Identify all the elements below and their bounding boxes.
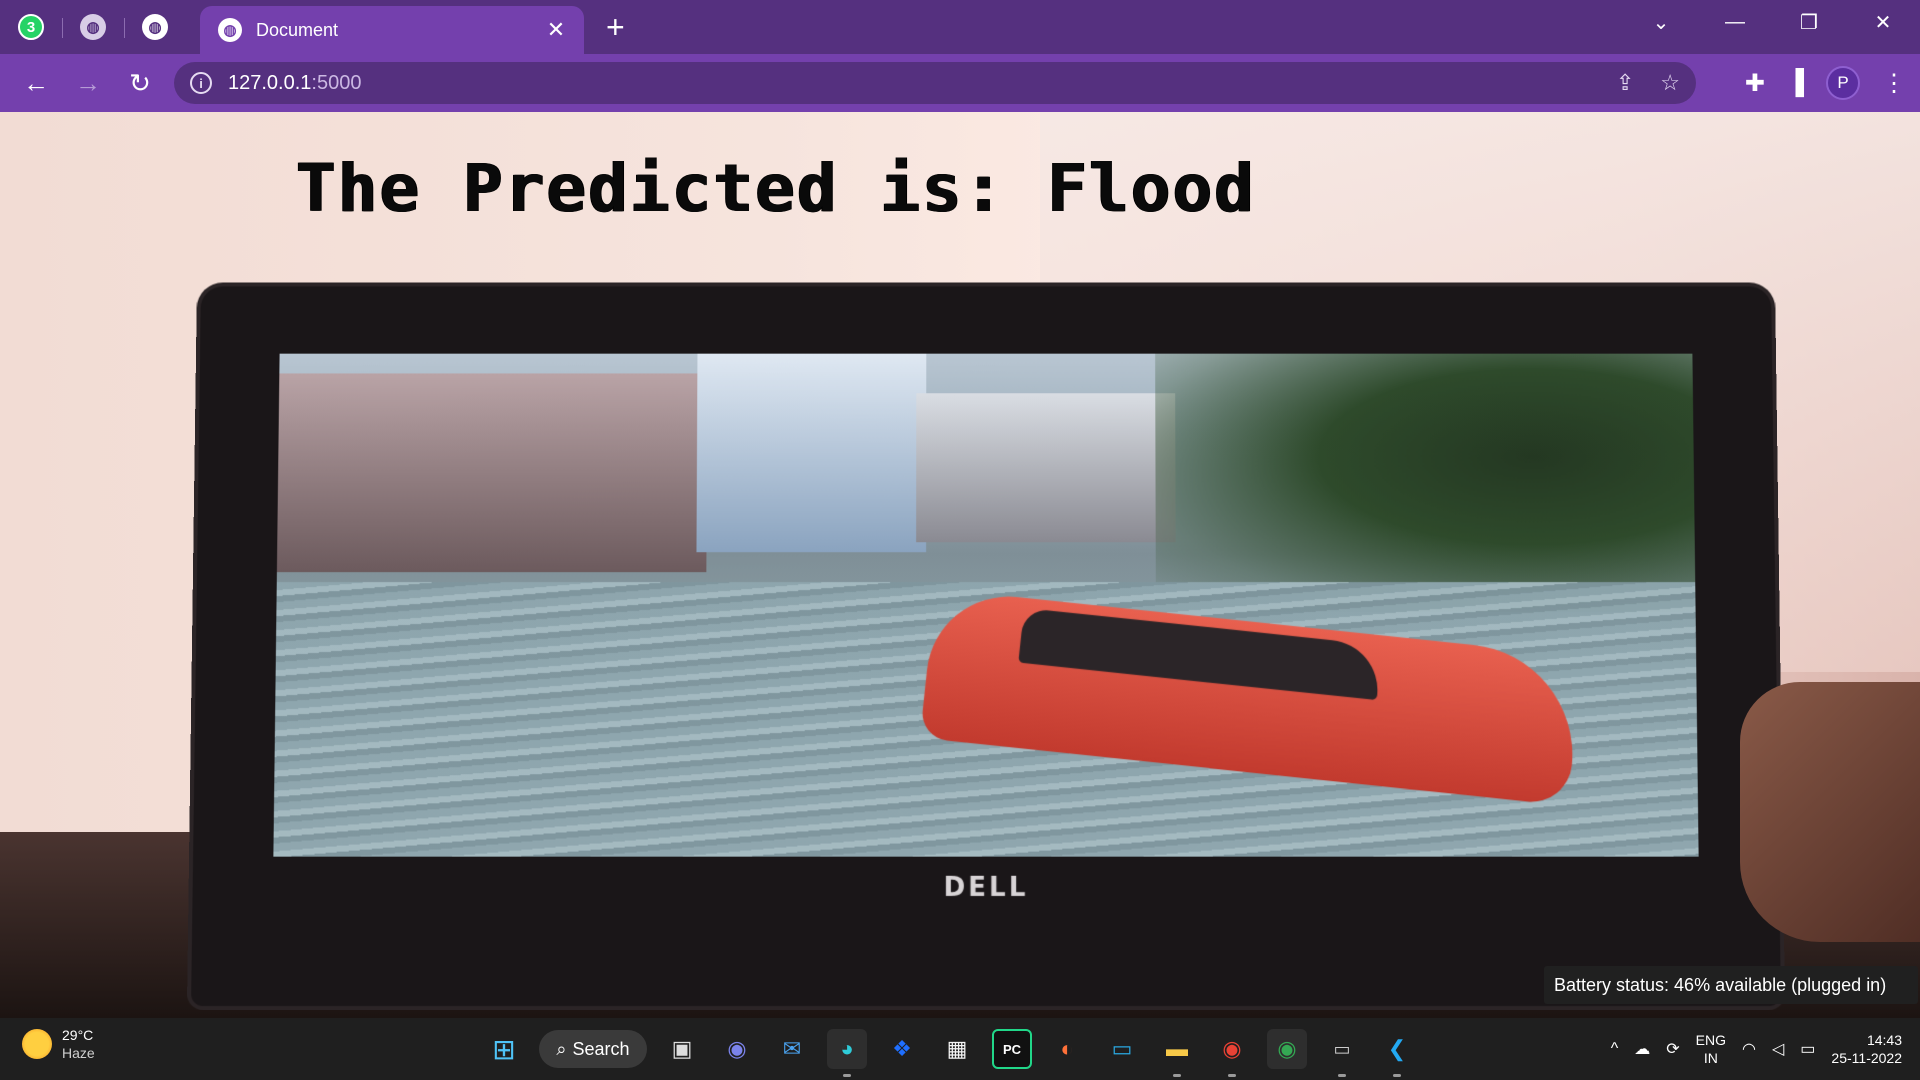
weather-temp: 29°C xyxy=(62,1027,94,1043)
minimize-button[interactable]: — xyxy=(1698,11,1772,34)
pycharm-icon[interactable]: PC xyxy=(992,1029,1032,1069)
sync-icon[interactable]: ⟳ xyxy=(1666,1039,1679,1059)
terminal-icon[interactable]: ▭ xyxy=(1322,1029,1362,1077)
building xyxy=(276,373,708,573)
dropbox-icon[interactable]: ❖ xyxy=(882,1029,922,1069)
hand xyxy=(1740,682,1920,942)
forward-button[interactable]: → xyxy=(62,68,114,99)
tab-title: Document xyxy=(256,19,339,40)
start-windows-icon[interactable]: ⊞ xyxy=(484,1029,524,1069)
volume-icon[interactable]: ◁ xyxy=(1772,1039,1784,1059)
search-icon: ⌕ xyxy=(556,1038,567,1059)
system-tray: ^ ☁ ⟳ ENG IN ◠ ◁ ▭ 14:43 25-11-2022 xyxy=(1611,1018,1902,1080)
back-button[interactable]: ← xyxy=(10,68,62,99)
restore-button[interactable]: ❐ xyxy=(1772,10,1846,35)
site-info-icon[interactable]: i xyxy=(190,72,212,94)
lang-code: ENG xyxy=(1695,1032,1727,1048)
wifi-icon[interactable]: ◠ xyxy=(1742,1039,1756,1059)
url-port: :5000 xyxy=(311,71,362,94)
menu-kebab-icon[interactable]: ⋮ xyxy=(1882,69,1906,98)
weather-widget[interactable]: 29°C Haze xyxy=(22,1026,95,1062)
mail-icon[interactable]: ✉ xyxy=(772,1029,812,1069)
clock[interactable]: 14:43 25-11-2022 xyxy=(1831,1031,1902,1067)
laptop: DELL xyxy=(191,286,1781,1007)
tab-bar: 3 ◍ ◍ ◍ Document ✕ + ⌄ — ❐ ✕ xyxy=(0,0,1920,54)
new-tab-button[interactable]: + xyxy=(606,11,625,43)
url-text[interactable]: 127.0.0.1:5000 xyxy=(228,72,361,95)
weather-condition: Haze xyxy=(62,1045,95,1061)
battery-icon[interactable]: ▭ xyxy=(1800,1039,1815,1059)
vscode-icon[interactable]: ❮ xyxy=(1377,1029,1417,1077)
browser-toolbar: ← → ↻ i 127.0.0.1:5000 ⇪ ☆ ✚ ▐ P ⋮ xyxy=(0,54,1920,112)
globe-icon: ◍ xyxy=(142,14,168,40)
pinned-tab-whatsapp[interactable]: 3 xyxy=(0,0,62,54)
building xyxy=(696,353,927,553)
pinned-tab-2[interactable]: ◍ xyxy=(62,0,124,54)
laptop-brand-logo: DELL xyxy=(943,872,1029,904)
extensions-icon[interactable]: ✚ xyxy=(1745,69,1765,98)
language-indicator[interactable]: ENG IN xyxy=(1696,1031,1726,1067)
prediction-text: The Predicted is: Flood xyxy=(296,150,1256,227)
tab-document[interactable]: ◍ Document ✕ xyxy=(200,6,584,54)
bookmark-star-icon[interactable]: ☆ xyxy=(1660,70,1680,96)
trees xyxy=(1155,353,1696,613)
region-code: IN xyxy=(1703,1050,1718,1066)
clock-date: 25-11-2022 xyxy=(1831,1050,1902,1066)
search-label: Search xyxy=(572,1038,630,1059)
tab-search-icon[interactable]: ⌄ xyxy=(1624,10,1698,35)
edge-browser-icon[interactable]: ◕ xyxy=(827,1029,867,1077)
chrome-icon[interactable]: ◉ xyxy=(1212,1029,1252,1077)
globe-icon: ◍ xyxy=(80,14,106,40)
tab-close-icon[interactable]: ✕ xyxy=(542,17,570,43)
file-explorer-icon[interactable]: ▬ xyxy=(1157,1029,1197,1077)
side-panel-icon[interactable]: ▐ xyxy=(1787,69,1804,97)
globe-icon: ◍ xyxy=(218,18,242,42)
taskbar: 29°C Haze ⊞ ⌕ Search ▣ ◉ ✉ ◕ ❖ ▦ PC ◐ ▭ ▬… xyxy=(0,1018,1920,1080)
chevron-up-icon[interactable]: ^ xyxy=(1611,1040,1619,1058)
window-controls: ⌄ — ❐ ✕ xyxy=(1624,0,1920,44)
laptop-screen-flood-image xyxy=(273,353,1699,857)
taskbar-apps: ⊞ ⌕ Search ▣ ◉ ✉ ◕ ❖ ▦ PC ◐ ▭ ▬ ◉ ◉ ▭ ❮ xyxy=(484,1018,1417,1080)
reload-button[interactable]: ↻ xyxy=(114,68,166,99)
pinned-tab-3[interactable]: ◍ xyxy=(124,0,186,54)
url-host: 127.0.0.1 xyxy=(228,71,312,94)
weather-sun-icon xyxy=(22,1029,52,1059)
firefox-icon[interactable]: ◐ xyxy=(1047,1029,1087,1069)
battery-tooltip: Battery status: 46% available (plugged i… xyxy=(1544,966,1918,1004)
onedrive-icon[interactable]: ☁ xyxy=(1634,1039,1650,1059)
taskbar-search-button[interactable]: ⌕ Search xyxy=(539,1030,647,1068)
building xyxy=(916,393,1176,543)
close-window-button[interactable]: ✕ xyxy=(1846,10,1920,35)
whatsapp-icon: 3 xyxy=(18,14,44,40)
clock-time: 14:43 xyxy=(1866,1032,1902,1048)
share-icon[interactable]: ⇪ xyxy=(1616,70,1634,96)
address-bar[interactable]: i 127.0.0.1:5000 ⇪ ☆ xyxy=(174,62,1696,104)
teams-chat-icon[interactable]: ◉ xyxy=(717,1029,757,1069)
webcam-feed: DELL The Predicted is: Flood xyxy=(0,112,1920,1018)
task-view-icon[interactable]: ▣ xyxy=(662,1029,702,1069)
profile-avatar[interactable]: P xyxy=(1826,66,1860,100)
remote-desktop-icon[interactable]: ▭ xyxy=(1102,1029,1142,1069)
chrome-profile-icon[interactable]: ◉ xyxy=(1267,1029,1307,1069)
ms-store-icon[interactable]: ▦ xyxy=(937,1029,977,1069)
